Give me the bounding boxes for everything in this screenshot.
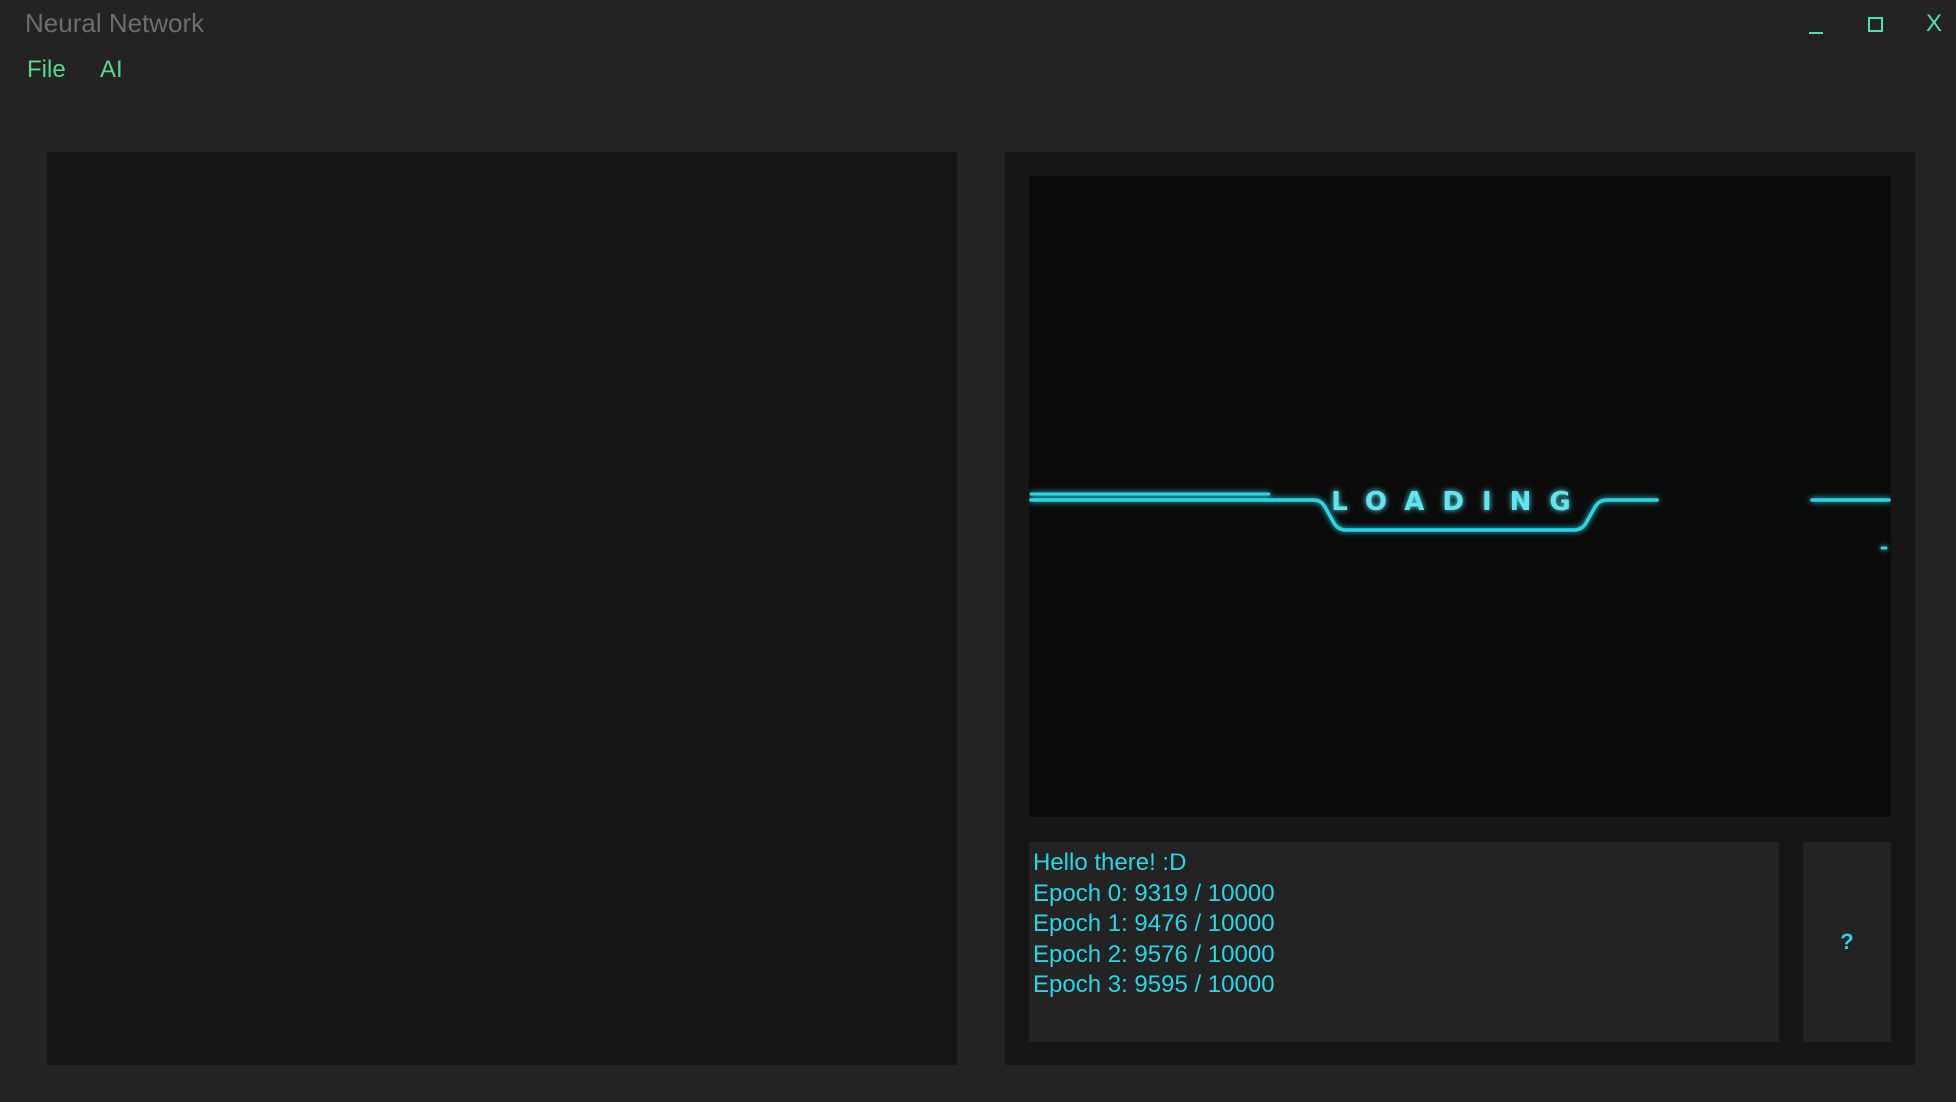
app-window: Neural Network X File AI LOADING Hello t…	[0, 0, 1956, 1102]
close-icon: X	[1925, 10, 1942, 37]
loading-display: LOADING	[1029, 176, 1891, 817]
close-button[interactable]: X	[1914, 6, 1954, 42]
help-button[interactable]: ?	[1803, 842, 1891, 1042]
loading-text: LOADING	[1331, 487, 1589, 517]
log-line: Epoch 1: 9476 / 10000	[1033, 910, 1275, 937]
loading-animation: LOADING	[1029, 487, 1891, 550]
maximize-icon	[1868, 17, 1883, 32]
help-button-label: ?	[1840, 929, 1854, 954]
log-line: Epoch 3: 9595 / 10000	[1033, 971, 1275, 998]
output-panel: LOADING Hello there! :D Epoch 0: 9319 / …	[1005, 152, 1915, 1065]
log-line: Epoch 0: 9319 / 10000	[1033, 879, 1275, 907]
menu-bar: File AI	[0, 50, 1956, 92]
menu-ai[interactable]: AI	[100, 56, 123, 84]
title-bar[interactable]: Neural Network X	[0, 0, 1956, 46]
window-title: Neural Network	[25, 8, 205, 38]
log-line: Hello there! :D	[1033, 849, 1187, 876]
training-log: Hello there! :D Epoch 0: 9319 / 10000 Ep…	[1029, 842, 1779, 1042]
minimize-button[interactable]	[1796, 6, 1836, 42]
drawing-canvas-panel[interactable]	[47, 152, 957, 1065]
minimize-icon	[1809, 32, 1823, 34]
menu-file[interactable]: File	[27, 56, 66, 84]
log-line: Epoch 2: 9576 / 10000	[1033, 940, 1275, 968]
maximize-button[interactable]	[1854, 6, 1894, 42]
